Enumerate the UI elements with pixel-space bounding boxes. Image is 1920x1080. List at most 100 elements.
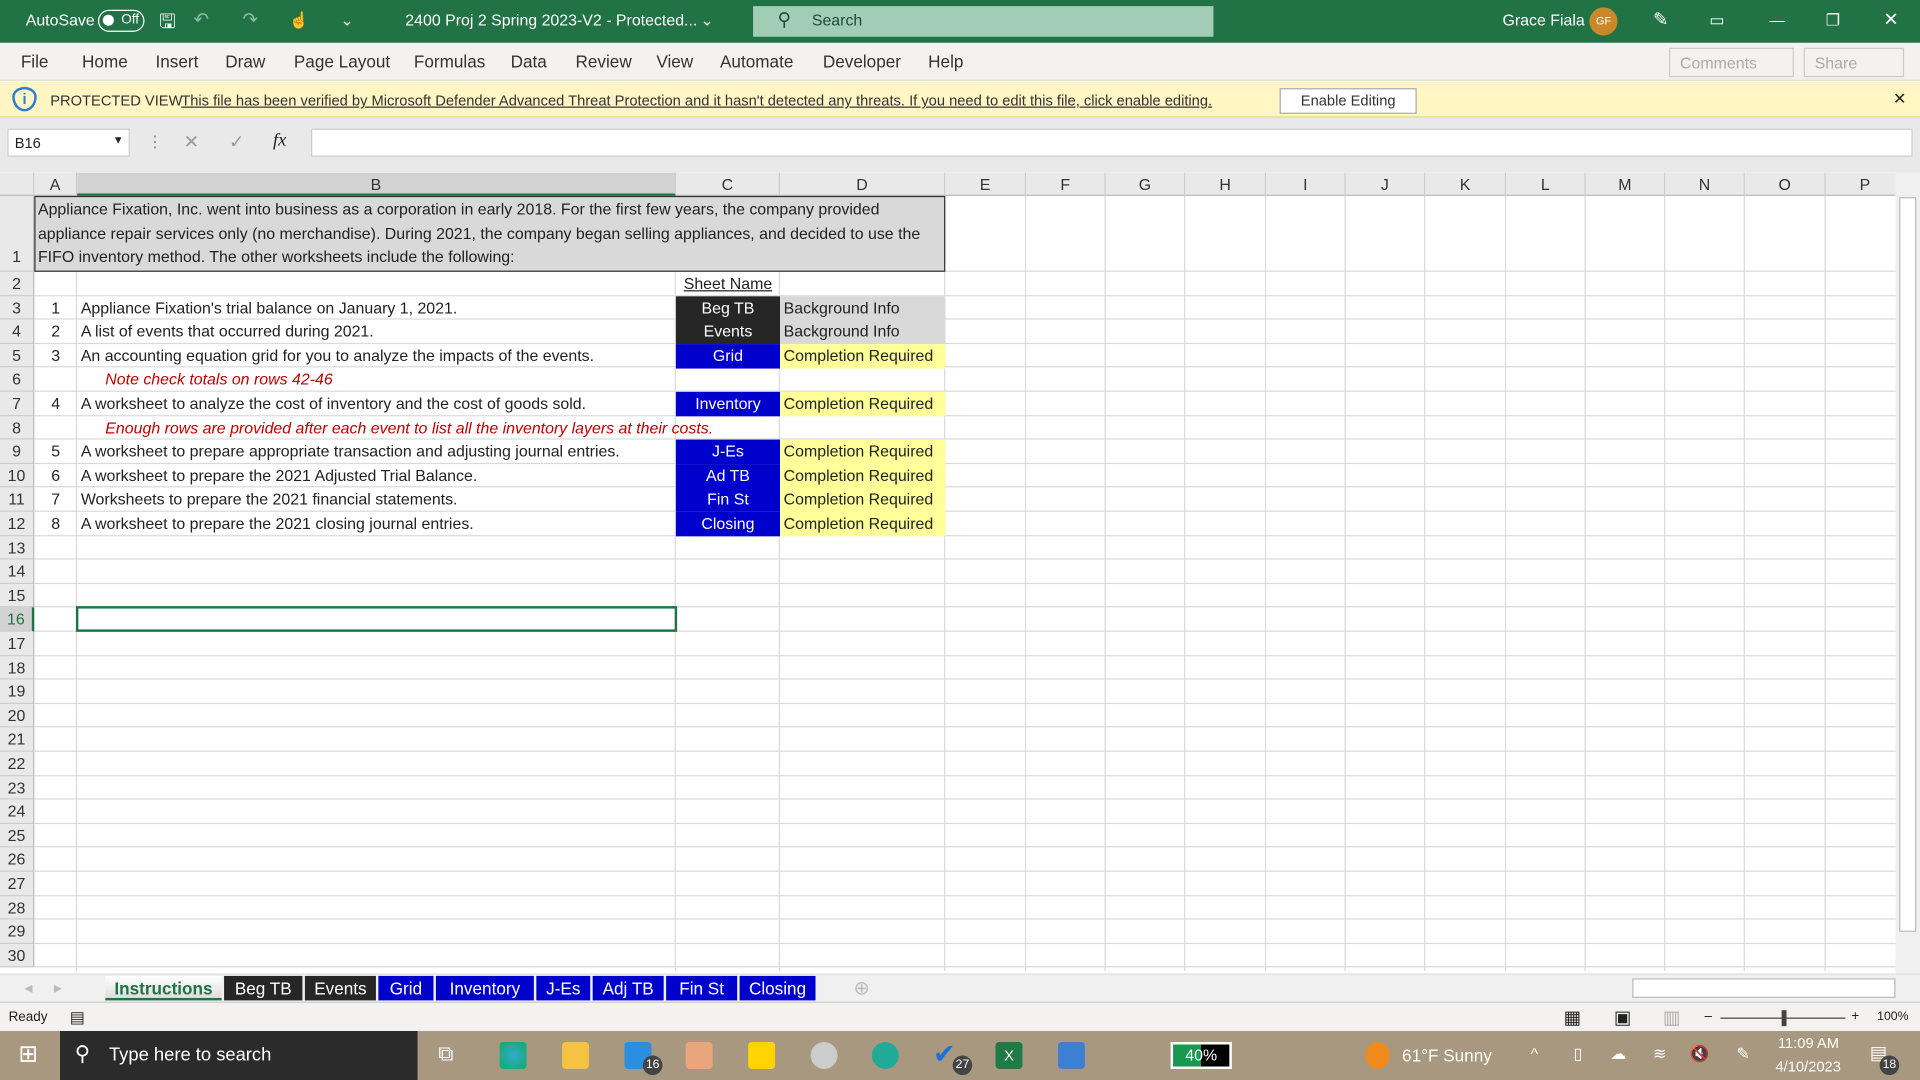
menu-data[interactable]: Data [511,51,547,71]
column-header-E[interactable]: E [945,172,1027,196]
enter-icon[interactable]: ✓ [229,131,244,153]
clock-icon[interactable] [810,1042,838,1069]
undo-icon[interactable]: ↶ [193,9,208,31]
menu-home[interactable]: Home [82,51,128,71]
ribbon-display-icon[interactable]: ▭ [1709,11,1724,31]
sheet-link-j-es[interactable]: J-Es [675,439,781,465]
app-icon[interactable] [685,1042,713,1069]
sheet-link-closing[interactable]: Closing [675,511,781,537]
row-header-12[interactable]: 12 [0,511,35,536]
tab-beg-tb[interactable]: Beg TB [224,975,303,1001]
row-header-29[interactable]: 29 [0,919,35,944]
row-header-16[interactable]: 16 [0,607,35,632]
excel-icon[interactable]: X [995,1042,1023,1069]
menu-view[interactable]: View [656,51,693,71]
sticky-notes-icon[interactable] [748,1042,776,1069]
row-header-18[interactable]: 18 [0,655,35,680]
zoom-in-icon[interactable]: + [1851,1009,1859,1024]
tab-inventory[interactable]: Inventory [435,975,534,1001]
edge-icon[interactable] [499,1042,527,1069]
row-header-9[interactable]: 9 [0,439,35,464]
tab-adj-tb[interactable]: Adj TB [592,975,664,1001]
row-header-28[interactable]: 28 [0,895,35,920]
column-header-N[interactable]: N [1665,172,1745,196]
customize-qat-icon[interactable]: ⌄ [340,11,353,31]
meet-icon[interactable]: ▯ [1573,1044,1582,1064]
close-icon[interactable]: ✕ [1883,9,1898,31]
weather-icon[interactable] [1365,1042,1390,1069]
row-header-13[interactable]: 13 [0,535,35,560]
sheet-link-grid[interactable]: Grid [675,343,781,369]
avatar[interactable]: GF [1589,7,1618,36]
show-hidden-icons[interactable]: ^ [1531,1044,1538,1062]
weather-text[interactable]: 61°F Sunny [1402,1046,1492,1066]
autosave-toggle[interactable]: Off [97,9,145,32]
row-header-2[interactable]: 2 [0,271,35,296]
document-title[interactable]: 2400 Proj 2 Spring 2023-V2 - Protected..… [405,11,697,29]
column-header-M[interactable]: M [1585,172,1666,196]
pen-icon[interactable]: ✎ [1653,9,1668,31]
protected-view-message[interactable]: This file has been verified by Microsoft… [181,92,1212,109]
column-header-K[interactable]: K [1425,172,1507,196]
column-header-L[interactable]: L [1506,172,1586,196]
row-header-7[interactable]: 7 [0,391,35,416]
name-box[interactable]: B16 ▼ [7,128,130,157]
row-header-6[interactable]: 6 [0,367,35,392]
menu-page-layout[interactable]: Page Layout [294,51,390,71]
accessibility-icon[interactable]: ▤ [70,1008,85,1028]
menu-developer[interactable]: Developer [823,51,901,71]
worksheet-grid[interactable]: A B C D E F G H I J K L M N O P 1 2 3 4 5 6 7 8 9 10 11 12 13 14 15 16 1… [0,172,1896,972]
column-header-H[interactable]: H [1185,172,1267,196]
zoom-out-icon[interactable]: – [1704,1009,1712,1024]
column-header-P[interactable]: P [1825,172,1896,196]
sheet-link-inventory[interactable]: Inventory [675,391,781,417]
menu-file[interactable]: File [21,51,49,71]
column-header-C[interactable]: C [675,172,781,196]
tab-grid[interactable]: Grid [378,975,434,1001]
tab-scroll-left-icon[interactable]: ◂ [24,978,32,998]
zoom-level[interactable]: 100% [1877,1010,1908,1023]
row-header-30[interactable]: 30 [0,943,35,968]
taskbar-search[interactable]: ⚲ Type here to search [60,1031,418,1080]
task-view-icon[interactable]: ⧉ [438,1042,453,1066]
column-header-A[interactable]: A [34,172,78,196]
row-header-8[interactable]: 8 [0,415,35,440]
menu-insert[interactable]: Insert [156,51,199,71]
wifi-icon[interactable]: ≋ [1653,1044,1666,1064]
column-header-F[interactable]: F [1026,172,1106,196]
row-header-15[interactable]: 15 [0,583,35,608]
tab-closing[interactable]: Closing [739,975,816,1001]
sheet-link-beg-tb[interactable]: Beg TB [675,295,781,321]
user-name[interactable]: Grace Fiala [1502,11,1584,29]
battery-indicator[interactable]: 40% [1170,1042,1232,1069]
row-header-21[interactable]: 21 [0,727,35,752]
menu-draw[interactable]: Draw [225,51,265,71]
row-header-25[interactable]: 25 [0,823,35,848]
share-button[interactable]: Share [1803,47,1905,78]
comments-button[interactable]: Comments [1668,47,1794,78]
vertical-scrollbar[interactable] [1895,172,1920,974]
zoom-slider-thumb[interactable] [1781,1010,1787,1027]
row-header-23[interactable]: 23 [0,775,35,800]
minimize-icon[interactable]: — [1769,11,1785,29]
formula-input[interactable] [311,128,1913,157]
column-header-D[interactable]: D [780,172,946,196]
row-header-11[interactable]: 11 [0,487,35,512]
windows-start-icon[interactable]: ⊞ [18,1041,37,1069]
tab-fin-st[interactable]: Fin St [666,975,738,1001]
file-explorer-icon[interactable] [562,1042,589,1069]
normal-view-icon[interactable]: ▦ [1564,1007,1581,1029]
clock-date[interactable]: 4/10/2023 [1776,1058,1841,1075]
tab-scroll-right-icon[interactable]: ▸ [54,978,62,998]
page-layout-view-icon[interactable]: ▣ [1614,1007,1631,1029]
row-header-20[interactable]: 20 [0,703,35,728]
column-header-I[interactable]: I [1266,172,1346,196]
onedrive-error-icon[interactable]: ☁ [1610,1044,1626,1064]
row-header-5[interactable]: 5 [0,343,35,368]
row-header-4[interactable]: 4 [0,319,35,344]
row-header-22[interactable]: 22 [0,751,35,776]
sheet-link-events[interactable]: Events [675,319,781,345]
restore-icon[interactable]: ❐ [1826,11,1840,31]
tab-instructions[interactable]: Instructions [105,975,222,1001]
select-all-button[interactable] [0,172,35,196]
